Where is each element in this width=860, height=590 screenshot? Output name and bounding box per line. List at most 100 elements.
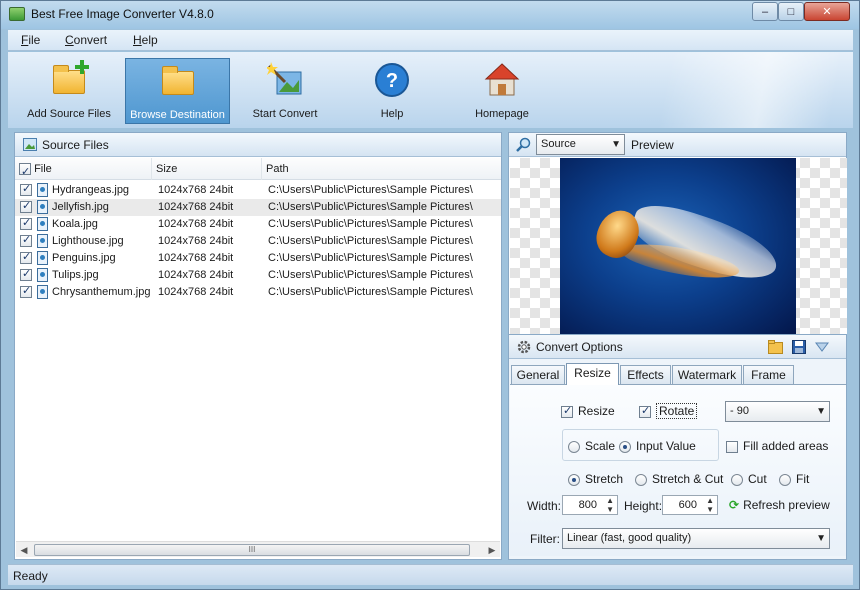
menu-file[interactable]: File (21, 33, 40, 47)
folder-icon (160, 63, 196, 99)
window-title: Best Free Image Converter V4.8.0 (31, 7, 214, 21)
column-file[interactable]: File (15, 158, 152, 183)
scale-radio[interactable] (568, 440, 580, 453)
menu-help[interactable]: Help (133, 33, 158, 47)
file-row[interactable]: Tulips.jpg 1024x768 24bit C:\Users\Publi… (15, 267, 501, 284)
file-path: C:\Users\Public\Pictures\Sample Pictures… (268, 269, 473, 281)
file-image-icon (37, 217, 48, 231)
source-files-panel: Source Files File Size Path Hydrangeas.j… (14, 132, 502, 560)
minimize-button[interactable]: – (752, 2, 778, 21)
stretch-cut-radio[interactable] (635, 473, 647, 486)
start-convert-button[interactable]: Start Convert (242, 58, 328, 124)
fill-areas-option[interactable]: Fill added areas (726, 439, 828, 453)
file-row[interactable]: Jellyfish.jpg 1024x768 24bit C:\Users\Pu… (15, 199, 501, 216)
tab-resize[interactable]: Resize (566, 363, 619, 385)
file-name: Tulips.jpg (52, 269, 99, 281)
preview-panel: Source ▼ Preview (508, 132, 847, 335)
close-button[interactable]: ✕ (804, 2, 850, 21)
column-size[interactable]: Size (152, 158, 262, 180)
file-name: Penguins.jpg (52, 252, 116, 264)
preview-source-select[interactable]: Source ▼ (536, 134, 625, 155)
help-label: Help (380, 108, 404, 120)
rotate-select[interactable]: - 90 ▼ (725, 401, 830, 422)
height-stepper[interactable]: 600 ▲ ▼ (662, 495, 718, 515)
column-path[interactable]: Path (262, 158, 501, 180)
tab-effects[interactable]: Effects (620, 365, 671, 384)
browse-destination-button[interactable]: Browse Destination (125, 58, 230, 124)
refresh-preview-button[interactable]: ⟳ Refresh preview (729, 498, 830, 512)
row-checkbox[interactable] (20, 199, 32, 213)
maximize-button[interactable]: □ (778, 2, 804, 21)
refresh-icon: ⟳ (729, 498, 740, 512)
row-checkbox[interactable] (20, 216, 32, 230)
fill-areas-checkbox[interactable] (726, 440, 738, 453)
file-row[interactable]: Lighthouse.jpg 1024x768 24bit C:\Users\P… (15, 233, 501, 250)
convert-options-header: Convert Options (509, 335, 846, 359)
gear-icon (517, 340, 531, 354)
file-name: Lighthouse.jpg (52, 235, 124, 247)
spin-up-icon[interactable]: ▲ (606, 497, 614, 505)
stretch-cut-radio-option[interactable]: Stretch & Cut (635, 472, 723, 486)
convert-options-title: Convert Options (536, 340, 623, 354)
input-value-radio[interactable] (619, 440, 631, 453)
horizontal-scrollbar[interactable]: ◀ III ▶ (16, 541, 500, 557)
source-files-title: Source Files (42, 138, 109, 152)
scale-radio-option[interactable]: Scale (568, 439, 615, 453)
row-checkbox[interactable] (20, 284, 32, 298)
tab-watermark[interactable]: Watermark (672, 365, 742, 384)
file-path: C:\Users\Public\Pictures\Sample Pictures… (268, 235, 473, 247)
collapse-icon[interactable] (815, 342, 829, 352)
stretch-radio[interactable] (568, 473, 580, 486)
input-value-radio-option[interactable]: Input Value (619, 439, 696, 453)
width-stepper[interactable]: 800 ▲ ▼ (562, 495, 618, 515)
file-row[interactable]: Hydrangeas.jpg 1024x768 24bit C:\Users\P… (15, 182, 501, 199)
scroll-thumb[interactable]: III (34, 544, 470, 556)
help-button[interactable]: ? Help (348, 58, 436, 124)
menu-convert[interactable]: Convert (65, 33, 107, 47)
open-folder-icon[interactable] (768, 340, 784, 354)
rotate-checkbox[interactable] (639, 404, 651, 418)
scroll-left-icon[interactable]: ◀ (18, 544, 30, 556)
file-size: 1024x768 24bit (158, 269, 234, 281)
tab-frame[interactable]: Frame (743, 365, 794, 384)
scroll-right-icon[interactable]: ▶ (486, 544, 498, 556)
fit-radio[interactable] (779, 473, 791, 486)
add-source-files-button[interactable]: Add Source Files (20, 58, 118, 124)
preview-image (560, 158, 796, 335)
spin-down-icon[interactable]: ▼ (606, 506, 614, 514)
image-icon (23, 138, 37, 151)
help-icon: ? (374, 62, 410, 98)
filter-label: Filter: (530, 532, 560, 546)
file-row[interactable]: Penguins.jpg 1024x768 24bit C:\Users\Pub… (15, 250, 501, 267)
resize-checkbox[interactable] (561, 404, 573, 418)
fit-radio-option[interactable]: Fit (779, 472, 809, 486)
row-checkbox[interactable] (20, 233, 32, 247)
file-row[interactable]: Koala.jpg 1024x768 24bit C:\Users\Public… (15, 216, 501, 233)
file-path: C:\Users\Public\Pictures\Sample Pictures… (268, 286, 473, 298)
select-all-checkbox[interactable] (19, 161, 31, 183)
chevron-down-icon: ▼ (611, 139, 621, 150)
file-name: Hydrangeas.jpg (52, 184, 130, 196)
rotate-checkbox-option[interactable]: Rotate (639, 403, 698, 419)
spin-up-icon[interactable]: ▲ (706, 497, 714, 505)
start-convert-label: Start Convert (252, 108, 318, 120)
tab-general[interactable]: General (511, 365, 565, 384)
title-bar: Best Free Image Converter V4.8.0 – □ ✕ (1, 1, 859, 29)
filter-select[interactable]: Linear (fast, good quality) ▼ (562, 528, 830, 549)
spin-down-icon[interactable]: ▼ (706, 506, 714, 514)
add-folder-icon (51, 60, 89, 98)
row-checkbox[interactable] (20, 182, 32, 196)
resize-checkbox-option[interactable]: Resize (561, 404, 615, 418)
home-icon (484, 62, 520, 98)
cut-radio-option[interactable]: Cut (731, 472, 767, 486)
file-list-header: File Size Path (15, 158, 501, 183)
stretch-radio-option[interactable]: Stretch (568, 472, 623, 486)
file-row[interactable]: Chrysanthemum.jpg 1024x768 24bit C:\User… (15, 284, 501, 301)
row-checkbox[interactable] (20, 250, 32, 264)
menu-bar: File Convert Help (8, 30, 853, 51)
save-icon[interactable] (792, 340, 806, 354)
homepage-button[interactable]: Homepage (458, 58, 546, 124)
cut-radio[interactable] (731, 473, 743, 486)
row-checkbox[interactable] (20, 267, 32, 281)
browse-destination-label: Browse Destination (130, 109, 225, 121)
